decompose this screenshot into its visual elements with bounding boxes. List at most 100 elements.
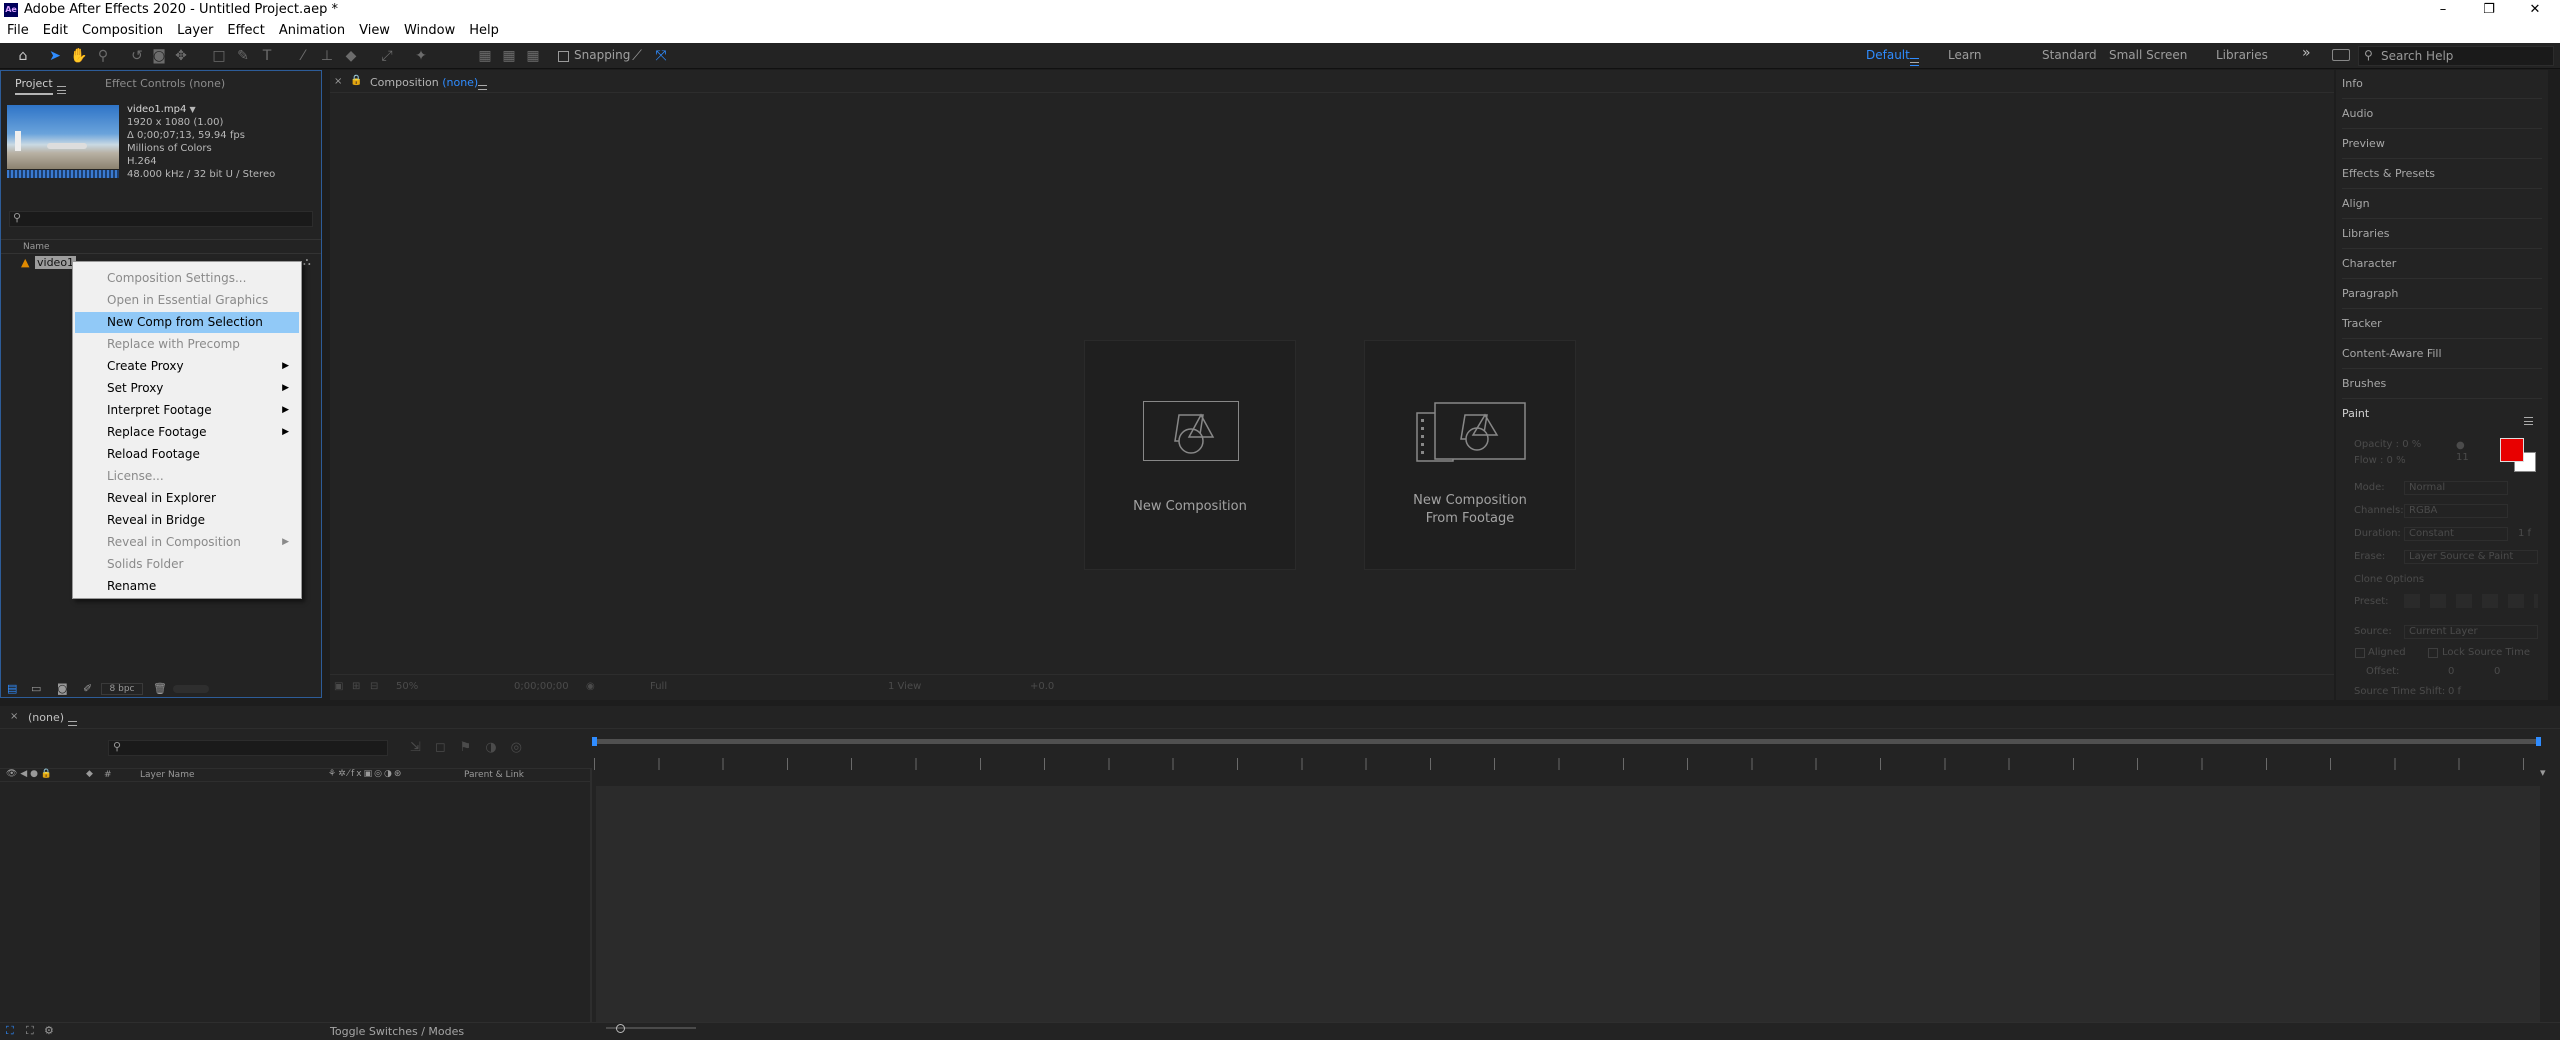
- composition-panel-menu-icon[interactable]: [478, 78, 487, 97]
- menu-help[interactable]: Help: [462, 20, 506, 43]
- context-menu-item[interactable]: Replace Footage ▶: [75, 422, 299, 443]
- rectangle-tool-icon[interactable]: □: [210, 47, 228, 65]
- footage-name[interactable]: video1.mp4: [127, 104, 186, 115]
- timing-icon[interactable]: ⚙: [44, 1024, 54, 1037]
- rotate-tool-icon[interactable]: ↺: [128, 47, 146, 65]
- current-time[interactable]: 0;00;00;00: [514, 681, 569, 692]
- toggle-switches-modes[interactable]: Toggle Switches / Modes: [330, 1025, 464, 1038]
- new-folder-icon[interactable]: ▭: [31, 682, 41, 695]
- context-menu-item[interactable]: Create Proxy ▶: [75, 356, 299, 377]
- switches-header-icons[interactable]: ⚘✲⁄fx▣◎◑⊛: [328, 769, 403, 779]
- tab-timeline[interactable]: (none): [28, 711, 64, 724]
- work-area-end-handle[interactable]: [2536, 737, 2541, 746]
- panel-libraries[interactable]: Libraries: [2342, 227, 2390, 240]
- trash-icon[interactable]: 🗑: [153, 682, 167, 695]
- text-tool-icon[interactable]: T: [258, 47, 276, 65]
- new-composition-card[interactable]: New Composition: [1084, 340, 1296, 570]
- context-menu-item[interactable]: Rename: [75, 576, 299, 597]
- zoom-level[interactable]: 50%: [396, 681, 418, 692]
- roto-brush-tool-icon[interactable]: ⤢: [378, 47, 396, 65]
- timeline-track-area[interactable]: [596, 786, 2540, 1022]
- pan-behind-tool-icon[interactable]: ✥: [172, 47, 190, 65]
- timeline-search-input[interactable]: ⚲: [108, 740, 388, 756]
- view-layout-select[interactable]: 1 View: [888, 681, 921, 692]
- column-name-header[interactable]: Name: [23, 242, 50, 252]
- context-menu-item[interactable]: Interpret Footage ▶: [75, 400, 299, 421]
- context-menu-item[interactable]: New Comp from Selection: [75, 312, 299, 333]
- local-axis-icon[interactable]: ▦: [476, 47, 494, 65]
- tab-project[interactable]: Project: [15, 77, 53, 95]
- snapping-checkbox[interactable]: [558, 51, 569, 62]
- paint-channels-select[interactable]: RGBA: [2404, 504, 2508, 518]
- world-axis-icon[interactable]: ▦: [500, 47, 518, 65]
- layer-name-header[interactable]: Layer Name: [140, 770, 195, 780]
- workspace-learn[interactable]: Learn: [1948, 48, 1982, 62]
- context-menu-item[interactable]: Set Proxy ▶: [75, 378, 299, 399]
- close-tab-icon[interactable]: ×: [10, 711, 18, 722]
- always-preview-icon[interactable]: ▣: [334, 681, 343, 692]
- magnify-icon[interactable]: ⊞: [352, 681, 360, 692]
- project-panel-menu-icon[interactable]: [57, 79, 66, 98]
- paint-panel-menu-icon[interactable]: [2524, 410, 2533, 429]
- footage-dropdown-icon[interactable]: ▼: [190, 105, 196, 114]
- clone-source-select[interactable]: Current Layer: [2404, 625, 2538, 639]
- flowchart-icon[interactable]: ⛬: [303, 255, 311, 269]
- panel-align[interactable]: Align: [2342, 197, 2370, 210]
- home-icon[interactable]: ⌂: [14, 47, 32, 65]
- interpret-footage-icon[interactable]: ▤: [7, 682, 17, 695]
- panel-content-aware-fill[interactable]: Content-Aware Fill: [2342, 347, 2442, 360]
- resolution-select[interactable]: Full: [650, 681, 667, 692]
- paint-mode-select[interactable]: Normal: [2404, 481, 2508, 495]
- clone-preset-buttons[interactable]: [2404, 594, 2538, 608]
- menu-window[interactable]: Window: [397, 20, 462, 43]
- paint-duration-select[interactable]: Constant: [2404, 527, 2508, 541]
- snap-edges-icon[interactable]: ⟋: [628, 47, 646, 65]
- paint-opacity[interactable]: Opacity : 0 %: [2354, 439, 2421, 450]
- transfer-controls-icon[interactable]: ⛶: [26, 1024, 34, 1038]
- panel-preview[interactable]: Preview: [2342, 137, 2385, 150]
- brush-tool-icon[interactable]: ⁄: [294, 47, 312, 65]
- context-menu-item[interactable]: Reveal in Bridge: [75, 510, 299, 531]
- comp-marker-icon[interactable]: ▾: [2540, 766, 2546, 779]
- timeline-menu-icon[interactable]: [68, 714, 77, 733]
- view-axis-icon[interactable]: ▦: [524, 47, 542, 65]
- clone-stamp-tool-icon[interactable]: ⊥: [318, 47, 336, 65]
- panel-info[interactable]: Info: [2342, 77, 2363, 90]
- new-composition-from-footage-card[interactable]: New Composition From Footage: [1364, 340, 1576, 570]
- project-item-name[interactable]: video1: [35, 256, 77, 269]
- zoom-tool-icon[interactable]: ⚲: [94, 47, 112, 65]
- workspace-standard[interactable]: Standard: [2042, 48, 2097, 62]
- timeline-divider[interactable]: [590, 768, 592, 1022]
- project-search-input[interactable]: ⚲: [9, 211, 313, 227]
- workspace-small-screen[interactable]: Small Screen: [2109, 48, 2187, 62]
- av-features-icons[interactable]: 👁 ◀ ● 🔒: [6, 769, 52, 779]
- clone-offset-x[interactable]: 0: [2448, 666, 2454, 677]
- camera-tool-icon[interactable]: ◙: [150, 47, 168, 65]
- menu-layer[interactable]: Layer: [170, 20, 220, 43]
- selection-tool-icon[interactable]: ➤: [46, 47, 64, 65]
- lock-icon[interactable]: 🔒: [350, 75, 362, 86]
- context-menu-item[interactable]: Reveal in Explorer: [75, 488, 299, 509]
- aligned-checkbox[interactable]: [2355, 648, 2365, 658]
- context-menu-item[interactable]: Reload Footage: [75, 444, 299, 465]
- hand-tool-icon[interactable]: ✋: [70, 47, 88, 65]
- paint-duration-frames[interactable]: 1 f: [2518, 528, 2531, 539]
- time-ruler[interactable]: [594, 758, 2540, 770]
- menu-file[interactable]: File: [0, 20, 36, 43]
- parent-link-header[interactable]: Parent & Link: [464, 770, 524, 780]
- clone-offset-y[interactable]: 0: [2494, 666, 2500, 677]
- exposure-value[interactable]: +0.0: [1030, 681, 1054, 692]
- workspace-overflow-button[interactable]: »: [2302, 45, 2311, 61]
- panel-paragraph[interactable]: Paragraph: [2342, 287, 2398, 300]
- bpc-button[interactable]: 8 bpc: [101, 683, 143, 695]
- paint-erase-select[interactable]: Layer Source & Paint: [2404, 550, 2538, 564]
- menu-effect[interactable]: Effect: [220, 20, 271, 43]
- menu-view[interactable]: View: [352, 20, 397, 43]
- source-time-shift-value[interactable]: 0 f: [2448, 686, 2461, 697]
- right-panel-scrollbar[interactable]: [2548, 70, 2556, 700]
- workspace-libraries[interactable]: Libraries: [2216, 48, 2268, 62]
- snapshot-icon[interactable]: ◉: [586, 681, 595, 692]
- search-help-field[interactable]: ⚲ Search Help: [2358, 46, 2554, 66]
- menu-animation[interactable]: Animation: [272, 20, 352, 43]
- panel-paint-title[interactable]: Paint: [2342, 407, 2369, 420]
